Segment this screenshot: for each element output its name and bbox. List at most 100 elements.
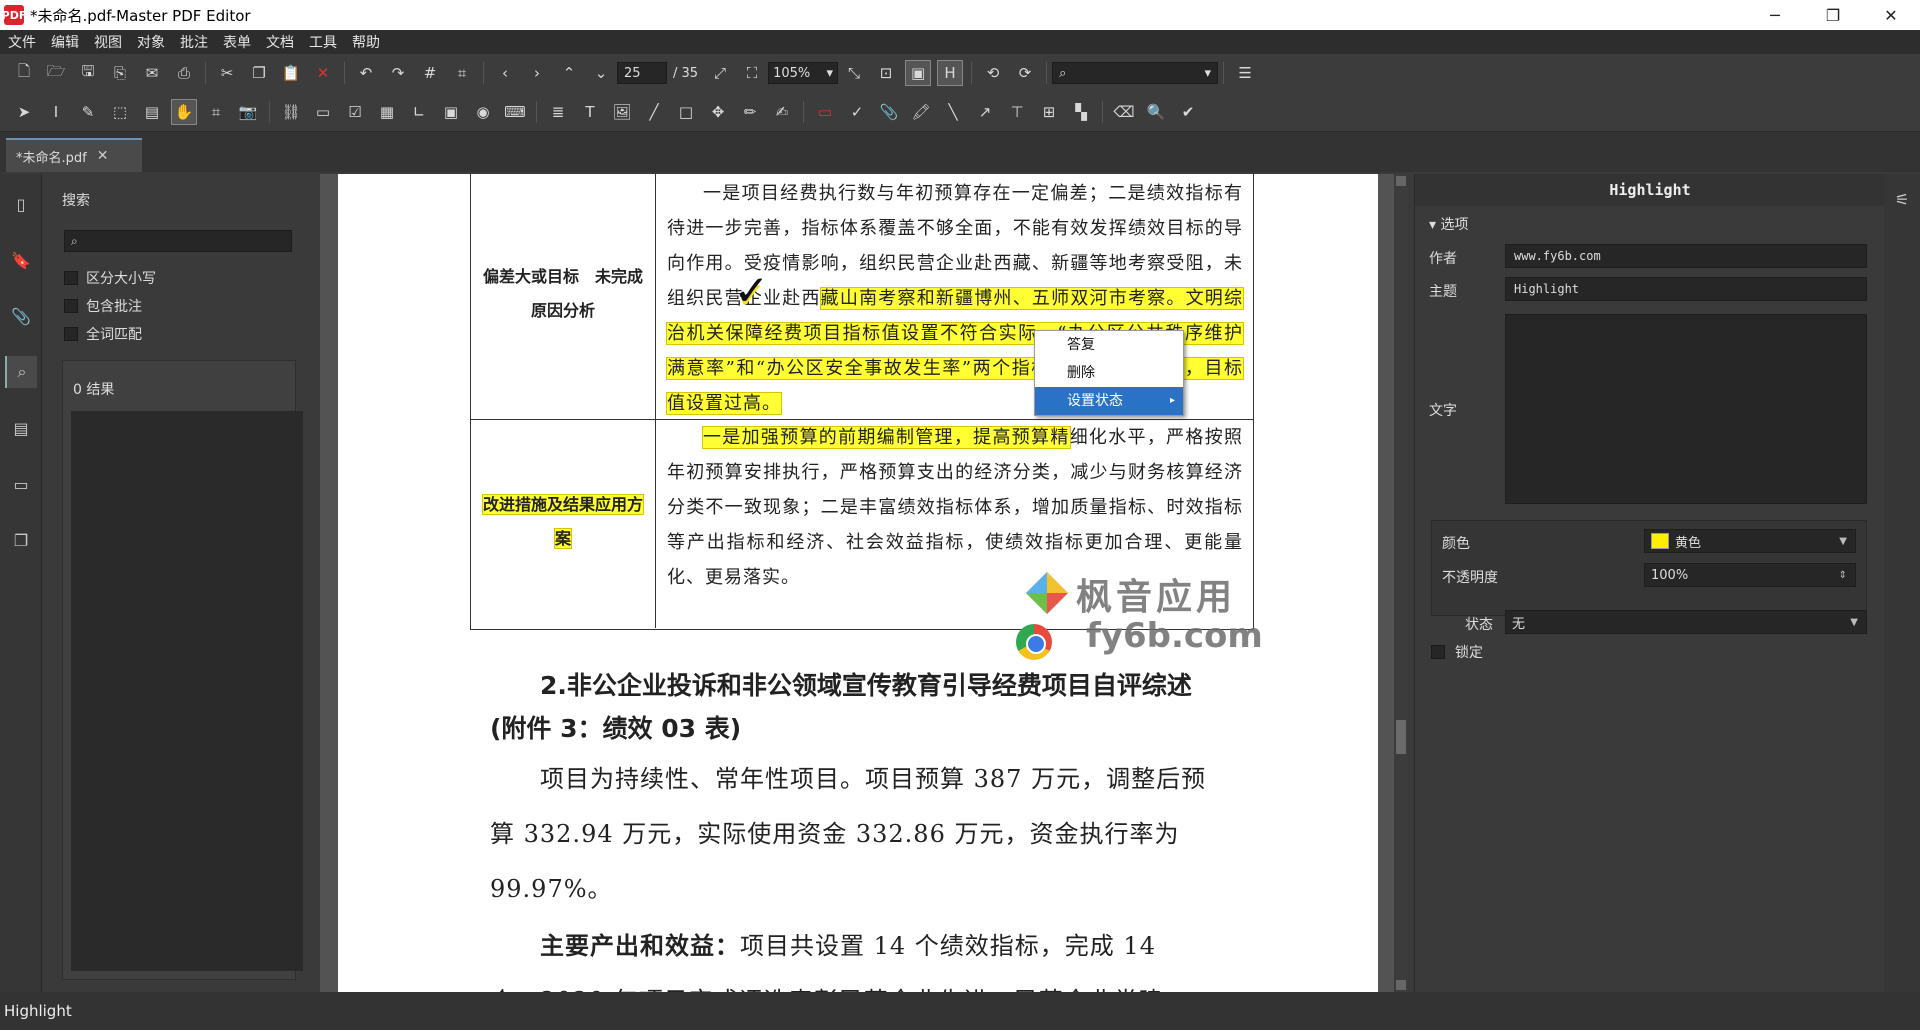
scrollbar-thumb[interactable] <box>1396 720 1406 754</box>
pencil-icon[interactable]: ✏ <box>737 99 763 125</box>
include-comments-checkbox[interactable]: 包含批注 <box>64 296 142 316</box>
measure-icon[interactable]: ⊞ <box>1036 99 1062 125</box>
link-icon[interactable]: ⛓ <box>278 99 304 125</box>
menu-file[interactable]: 文件 <box>8 32 36 52</box>
toolbar-search-input[interactable]: ⌕ ▾ <box>1052 62 1219 84</box>
close-button[interactable]: ✕ <box>1862 0 1920 30</box>
document-scrollbar[interactable] <box>1394 174 1408 992</box>
menu-comment[interactable]: 批注 <box>180 32 208 52</box>
delete-icon[interactable]: ✕ <box>310 60 336 86</box>
line-icon[interactable]: ╱ <box>641 99 667 125</box>
snap-grid-icon[interactable]: ⌗ <box>449 60 475 86</box>
highlight-pen-icon[interactable]: 🖍 <box>908 99 934 125</box>
eraser-icon[interactable]: ⌫ <box>1111 99 1137 125</box>
opacity-spinbox[interactable]: 100% ⇕ <box>1644 563 1856 587</box>
redo-icon[interactable]: ↷ <box>385 60 411 86</box>
check-stamp-icon[interactable]: ✓ <box>844 99 870 125</box>
menu-form[interactable]: 表单 <box>223 32 251 52</box>
menu-edit[interactable]: 编辑 <box>51 32 79 52</box>
menu-object[interactable]: 对象 <box>137 32 165 52</box>
match-case-checkbox[interactable]: 区分大小写 <box>64 268 156 288</box>
rotate-left-icon[interactable]: ⟲ <box>980 60 1006 86</box>
rotate-right-icon[interactable]: ⟳ <box>1012 60 1038 86</box>
hand-tool-icon[interactable]: ✋ <box>171 98 197 125</box>
zoom-tool-icon[interactable]: 🔍 <box>1143 99 1169 125</box>
button-field-icon[interactable]: ▭ <box>310 99 336 125</box>
signatures-icon[interactable]: ▭ <box>5 468 37 500</box>
check-stamp-icon[interactable]: ✓ <box>734 266 769 315</box>
comment-text-area[interactable] <box>1505 314 1867 504</box>
highlight-annotation[interactable]: 一是加强预算的前期编制管理，提高预算精 <box>702 426 1071 449</box>
menu-item-set-status[interactable]: 设置状态 ▸ <box>1035 387 1183 415</box>
crop-icon[interactable]: ⌗ <box>203 99 229 125</box>
new-document-icon[interactable]: 🗋 <box>11 60 37 86</box>
bookmarks-icon[interactable]: 🔖 <box>5 244 37 276</box>
text-select-toggle-icon[interactable]: H <box>937 60 964 86</box>
print-icon[interactable]: ⎙ <box>171 60 197 86</box>
checkbox-box[interactable] <box>64 299 78 313</box>
scroll-down-icon[interactable] <box>1396 980 1406 990</box>
pointer-icon[interactable]: ➤ <box>11 99 37 125</box>
shape-icon[interactable]: ✥ <box>705 99 731 125</box>
add-image-icon[interactable]: 🖼 <box>609 99 635 125</box>
comment-note-icon[interactable]: ▭ <box>812 99 838 125</box>
search-icon[interactable]: ⌕ <box>5 356 37 388</box>
arrow-icon[interactable]: ↗ <box>972 99 998 125</box>
checkbox-box[interactable] <box>1431 645 1445 659</box>
combo-field-icon[interactable]: ▦ <box>374 99 400 125</box>
grid-icon[interactable]: # <box>417 60 443 86</box>
menu-item-reply[interactable]: 答复 <box>1035 331 1183 359</box>
next-page-icon[interactable]: ⌄ <box>588 60 614 86</box>
pages-icon[interactable]: ▯ <box>5 188 37 220</box>
strikeout-icon[interactable]: ≣ <box>545 99 571 125</box>
edit-forms-icon[interactable]: ▤ <box>139 99 165 125</box>
save-as-icon[interactable]: ⎘ <box>107 60 133 86</box>
highlight-annotation[interactable]: 改进措施及结果应用方案 <box>481 494 645 549</box>
subject-field[interactable]: Highlight <box>1505 277 1867 301</box>
email-icon[interactable]: ✉ <box>139 60 165 86</box>
properties-toggle-icon[interactable]: ⚟ <box>1889 186 1915 212</box>
rectangle-icon[interactable]: □ <box>673 99 699 125</box>
actual-size-icon[interactable]: ⛶ <box>739 60 765 86</box>
next-view-icon[interactable]: › <box>524 60 550 86</box>
text-select-icon[interactable]: Ⅰ <box>43 99 69 125</box>
whole-words-checkbox[interactable]: 全词匹配 <box>64 324 142 344</box>
text-box-icon[interactable]: ⊤ <box>1004 99 1030 125</box>
zoom-select[interactable]: 105% ▾ <box>768 62 839 84</box>
done-check-icon[interactable]: ✔ <box>1175 99 1201 125</box>
menu-tools[interactable]: 工具 <box>309 32 337 52</box>
minimize-button[interactable]: ─ <box>1746 0 1804 30</box>
previous-page-icon[interactable]: ⌃ <box>556 60 582 86</box>
paste-icon[interactable]: 📋 <box>278 60 304 86</box>
checkbox-box[interactable] <box>64 327 78 341</box>
fit-width-icon[interactable]: ⤡ <box>841 60 867 86</box>
menu-document[interactable]: 文档 <box>266 32 294 52</box>
menu-view[interactable]: 视图 <box>94 32 122 52</box>
save-icon[interactable]: 🖫 <box>75 60 101 86</box>
open-folder-icon[interactable]: 🗁 <box>43 60 69 86</box>
signature-field-icon[interactable]: ⌨ <box>502 99 528 125</box>
checkbox-field-icon[interactable]: ☑ <box>342 99 368 125</box>
menu-lines-icon[interactable]: ☰ <box>1232 60 1258 86</box>
color-select[interactable]: 黄色 ▼ <box>1644 529 1856 553</box>
attachments-icon[interactable]: 📎 <box>5 300 37 332</box>
results-list[interactable] <box>71 411 303 971</box>
status-select[interactable]: 无 ▼ <box>1505 610 1867 634</box>
stamp-icon[interactable]: ▚ <box>1068 99 1094 125</box>
radio-field-icon[interactable]: ◉ <box>470 99 496 125</box>
attach-file-icon[interactable]: 📎 <box>876 99 902 125</box>
author-field[interactable]: www.fy6b.com <box>1505 244 1867 268</box>
restore-button[interactable]: ❐ <box>1804 0 1862 30</box>
menu-help[interactable]: 帮助 <box>352 32 380 52</box>
text-field-icon[interactable]: ▣ <box>438 99 464 125</box>
layers-icon[interactable]: ▤ <box>5 412 37 444</box>
options-section[interactable]: ▾ 选项 <box>1429 214 1468 234</box>
copy-icon[interactable]: ❐ <box>246 60 272 86</box>
add-text-icon[interactable]: T <box>577 99 603 125</box>
menu-item-delete[interactable]: 删除 <box>1035 359 1183 387</box>
fit-page-toggle-icon[interactable]: ▣ <box>905 60 932 86</box>
edit-text-icon[interactable]: ✎ <box>75 99 101 125</box>
scroll-up-icon[interactable] <box>1396 176 1406 186</box>
sign-icon[interactable]: ✍ <box>769 99 795 125</box>
close-icon[interactable]: ✕ <box>97 148 109 164</box>
